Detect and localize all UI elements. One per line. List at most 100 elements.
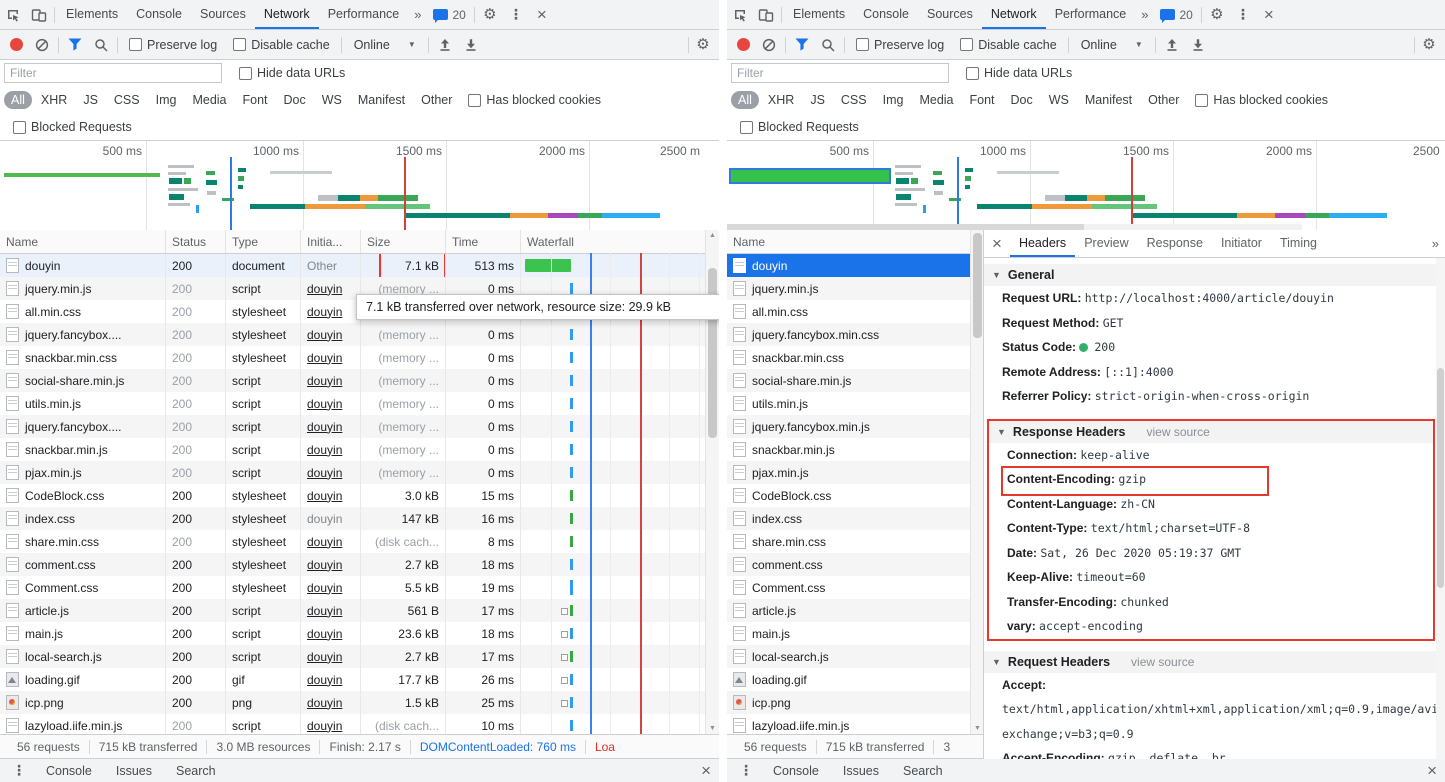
table-row[interactable]: lazyload.iife.min.js 200 script douyin (…: [0, 714, 719, 735]
initiator-cell[interactable]: douyin: [301, 599, 361, 622]
initiator-cell[interactable]: Other: [301, 254, 361, 277]
detail-tab[interactable]: Timing: [1271, 230, 1326, 257]
initiator-link[interactable]: douyin: [307, 558, 342, 572]
list-item[interactable]: snackbar.min.css: [727, 346, 984, 369]
scrollbar-thumb[interactable]: [1437, 368, 1444, 588]
request-name-cell[interactable]: all.min.css: [0, 300, 166, 323]
more-tabs-icon[interactable]: »: [408, 0, 427, 29]
close-drawer-icon[interactable]: ×: [701, 762, 711, 779]
list-item[interactable]: index.css: [727, 507, 984, 530]
list-item[interactable]: snackbar.min.js: [727, 438, 984, 461]
hide-data-urls-checkbox[interactable]: Hide data URLs: [232, 66, 352, 80]
initiator-link[interactable]: douyin: [307, 328, 342, 342]
request-name-cell[interactable]: index.css: [727, 507, 971, 530]
request-name-cell[interactable]: all.min.css: [727, 300, 971, 323]
device-toolbar-icon[interactable]: [26, 0, 52, 29]
table-row[interactable]: jquery.fancybox.... 200 script douyin (m…: [0, 415, 719, 438]
drawer-kebab-icon[interactable]: ⋮: [735, 762, 757, 779]
import-har-icon[interactable]: [1160, 33, 1184, 57]
blocked-requests-checkbox[interactable]: Blocked Requests: [733, 120, 866, 134]
network-settings-gear-icon[interactable]: ⚙: [1417, 33, 1441, 57]
initiator-cell[interactable]: douyin: [301, 461, 361, 484]
request-name-cell[interactable]: jquery.fancybox.min.css: [727, 323, 971, 346]
search-icon[interactable]: [816, 33, 840, 57]
network-settings-gear-icon[interactable]: ⚙: [691, 33, 715, 57]
request-name-cell[interactable]: snackbar.min.css: [0, 346, 166, 369]
checkbox-icon[interactable]: [966, 67, 979, 80]
column-header-name[interactable]: Name: [0, 230, 166, 253]
initiator-cell[interactable]: douyin: [301, 484, 361, 507]
devtools-tab[interactable]: Console: [127, 0, 191, 29]
detail-tab[interactable]: Preview: [1075, 230, 1137, 257]
export-har-icon[interactable]: [459, 33, 483, 57]
request-name-cell[interactable]: icp.png: [0, 691, 166, 714]
drawer-tab[interactable]: Console: [34, 764, 104, 778]
initiator-cell[interactable]: douyin: [301, 300, 361, 323]
table-row[interactable]: article.js 200 script douyin 561 B 17 ms: [0, 599, 719, 622]
devtools-tab[interactable]: Elements: [784, 0, 854, 29]
initiator-link[interactable]: douyin: [307, 650, 342, 664]
initiator-cell[interactable]: douyin: [301, 507, 361, 530]
list-item[interactable]: utils.min.js: [727, 392, 984, 415]
clear-icon[interactable]: [30, 33, 54, 57]
filter-chip[interactable]: CSS: [107, 91, 147, 109]
filter-chip[interactable]: JS: [803, 91, 832, 109]
filter-chip[interactable]: XHR: [34, 91, 74, 109]
initiator-cell[interactable]: douyin: [301, 645, 361, 668]
request-name-cell[interactable]: article.js: [0, 599, 166, 622]
request-name-cell[interactable]: local-search.js: [0, 645, 166, 668]
initiator-cell[interactable]: douyin: [301, 668, 361, 691]
issues-badge[interactable]: 20: [427, 0, 471, 29]
filter-chip[interactable]: Other: [1141, 91, 1186, 109]
initiator-cell[interactable]: douyin: [301, 530, 361, 553]
settings-gear-icon[interactable]: ⚙: [477, 0, 503, 29]
request-name-cell[interactable]: index.css: [0, 507, 166, 530]
initiator-cell[interactable]: douyin: [301, 576, 361, 599]
initiator-link[interactable]: douyin: [307, 581, 342, 595]
request-name-cell[interactable]: douyin: [727, 254, 971, 277]
table-row[interactable]: main.js 200 script douyin 23.6 kB 18 ms: [0, 622, 719, 645]
request-name-cell[interactable]: loading.gif: [727, 668, 971, 691]
initiator-cell[interactable]: douyin: [301, 714, 361, 735]
list-item[interactable]: douyin: [727, 254, 984, 277]
column-header-status[interactable]: Status: [166, 230, 226, 253]
request-name-cell[interactable]: snackbar.min.js: [0, 438, 166, 461]
kebab-menu-icon[interactable]: ⋮: [503, 0, 529, 29]
initiator-cell[interactable]: douyin: [301, 438, 361, 461]
column-header-name[interactable]: Name: [727, 230, 984, 253]
initiator-link[interactable]: douyin: [307, 535, 342, 549]
preserve-log-checkbox[interactable]: Preserve log: [849, 38, 951, 52]
list-item[interactable]: article.js: [727, 599, 984, 622]
filter-chip[interactable]: JS: [76, 91, 105, 109]
view-source-link[interactable]: view source: [1131, 655, 1194, 669]
filter-input[interactable]: [4, 63, 222, 83]
filter-chip[interactable]: WS: [1042, 91, 1076, 109]
list-item[interactable]: share.min.css: [727, 530, 984, 553]
initiator-link[interactable]: douyin: [307, 420, 342, 434]
checkbox-icon[interactable]: [856, 38, 869, 51]
inspect-icon[interactable]: [727, 0, 753, 29]
table-row[interactable]: CodeBlock.css 200 stylesheet douyin 3.0 …: [0, 484, 719, 507]
request-name-cell[interactable]: lazyload.iife.min.js: [727, 714, 971, 735]
filter-chip[interactable]: Doc: [277, 91, 313, 109]
settings-gear-icon[interactable]: ⚙: [1204, 0, 1230, 29]
devtools-tab[interactable]: Sources: [918, 0, 982, 29]
request-name-cell[interactable]: jquery.fancybox....: [0, 323, 166, 346]
request-name-cell[interactable]: comment.css: [0, 553, 166, 576]
close-devtools-icon[interactable]: ×: [1256, 0, 1282, 29]
request-headers-section-header[interactable]: ▼ Request Headers view source: [984, 651, 1445, 673]
initiator-cell[interactable]: douyin: [301, 277, 361, 300]
more-tabs-icon[interactable]: »: [1135, 0, 1154, 29]
request-name-cell[interactable]: main.js: [0, 622, 166, 645]
filter-chip[interactable]: XHR: [761, 91, 801, 109]
initiator-link[interactable]: douyin: [307, 305, 342, 319]
list-item[interactable]: main.js: [727, 622, 984, 645]
drawer-tab[interactable]: Search: [891, 764, 955, 778]
has-blocked-cookies-checkbox[interactable]: Has blocked cookies: [1188, 93, 1335, 107]
export-har-icon[interactable]: [1186, 33, 1210, 57]
column-header-size[interactable]: Size: [361, 230, 446, 253]
table-row[interactable]: snackbar.min.css 200 stylesheet douyin (…: [0, 346, 719, 369]
detail-tab[interactable]: Initiator: [1212, 230, 1271, 257]
checkbox-icon[interactable]: [740, 121, 753, 134]
list-item[interactable]: jquery.fancybox.min.css: [727, 323, 984, 346]
